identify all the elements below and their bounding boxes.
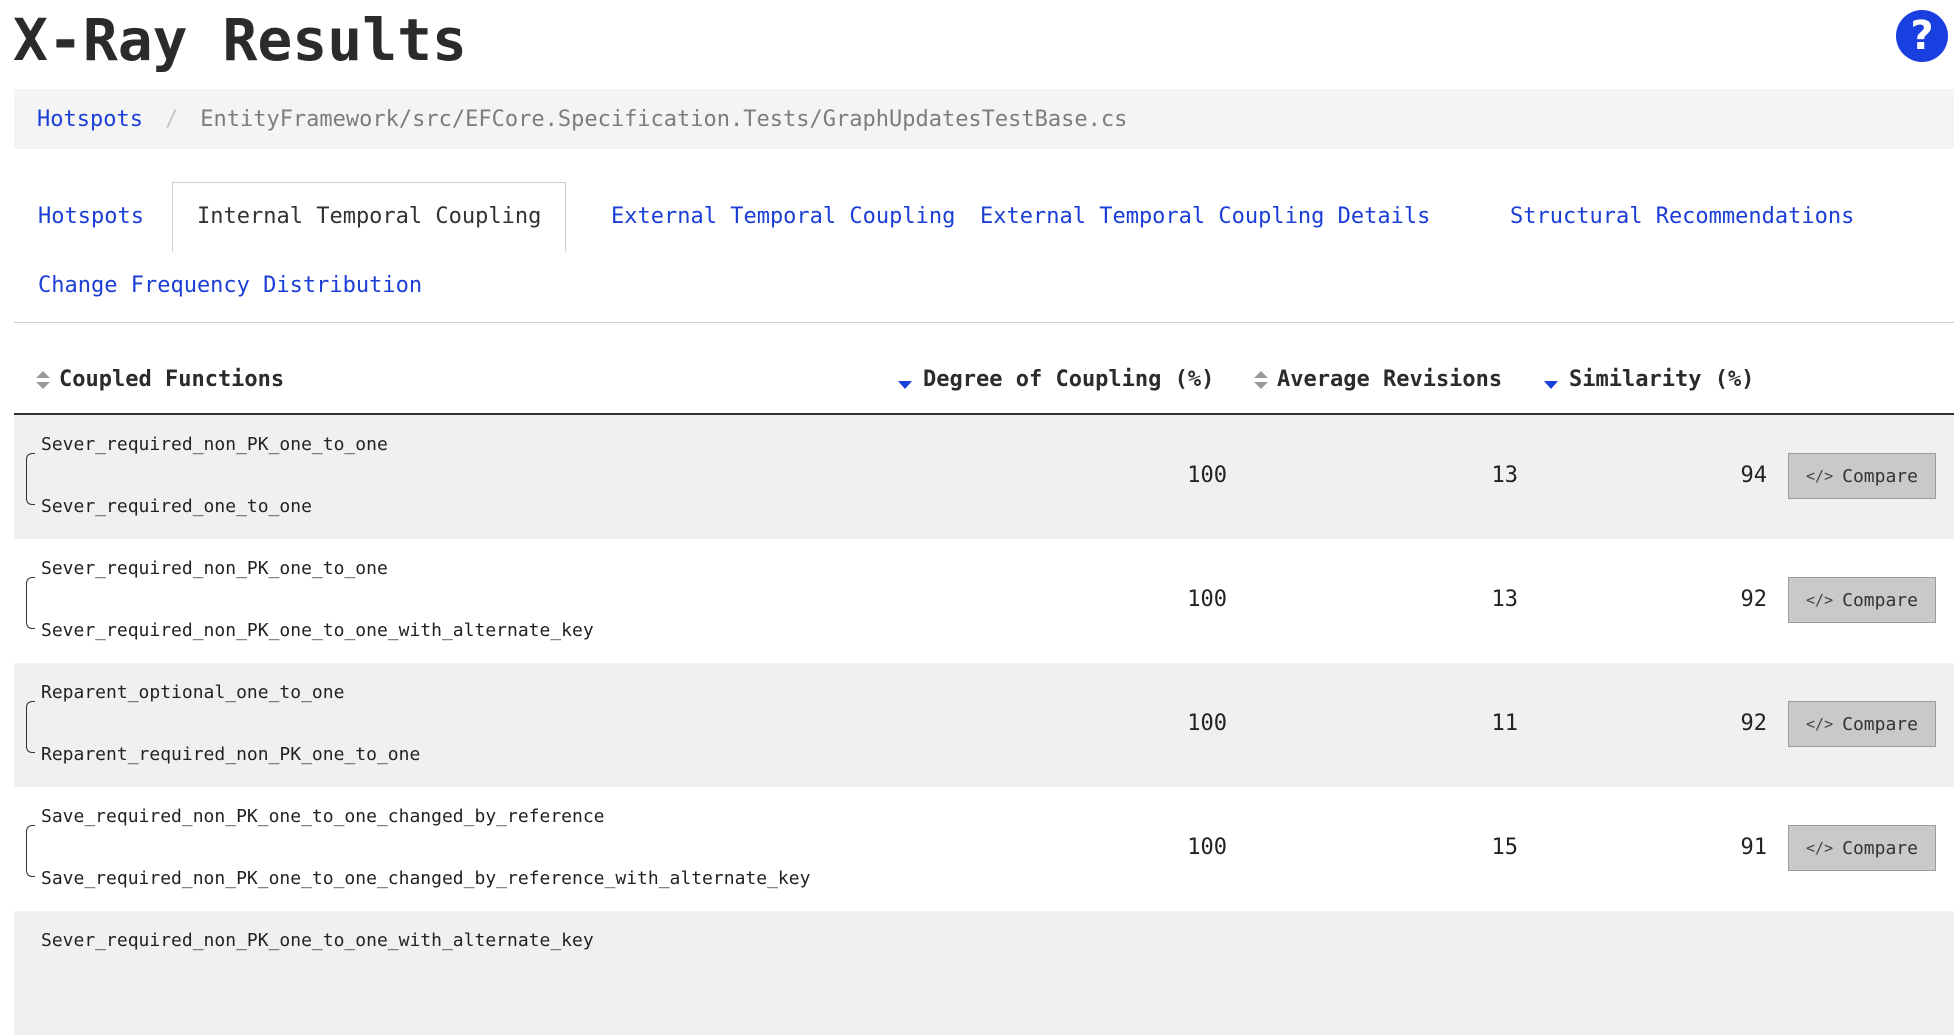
average-revisions-value: 11 xyxy=(1491,711,1519,736)
similarity-value: 94 xyxy=(1740,463,1768,488)
column-label: Degree of Coupling (%) xyxy=(923,367,1215,392)
help-icon[interactable]: ? xyxy=(1896,10,1948,62)
degree-of-coupling-value: 100 xyxy=(1187,835,1227,860)
breadcrumb-separator: / xyxy=(164,106,179,132)
breadcrumb-current-file: EntityFramework/src/EFCore.Specification… xyxy=(200,106,1128,132)
function-name: Sever_required_non_PK_one_to_one xyxy=(41,558,388,579)
function-name: Sever_required_non_PK_one_to_one_with_al… xyxy=(41,620,594,641)
coupling-bracket xyxy=(26,825,35,877)
function-name: Sever_required_non_PK_one_to_one xyxy=(41,434,388,455)
compare-button[interactable]: </> Compare xyxy=(1788,577,1936,623)
coupling-bracket xyxy=(26,577,35,629)
tab-hotspots[interactable]: Hotspots xyxy=(14,183,168,251)
compare-button[interactable]: </> Compare xyxy=(1788,825,1936,871)
function-name: Save_required_non_PK_one_to_one_changed_… xyxy=(41,806,605,827)
average-revisions-value: 13 xyxy=(1491,463,1519,488)
breadcrumb: Hotspots / EntityFramework/src/EFCore.Sp… xyxy=(14,89,1954,149)
column-header-average-revisions[interactable]: Average Revisions xyxy=(1254,367,1502,392)
column-label: Coupled Functions xyxy=(59,367,285,392)
degree-of-coupling-value: 100 xyxy=(1187,463,1227,488)
table-header: Coupled Functions Degree of Coupling (%)… xyxy=(14,357,1954,415)
tab-change-frequency-distribution[interactable]: Change Frequency Distribution xyxy=(14,252,446,320)
similarity-value: 92 xyxy=(1740,587,1768,612)
breadcrumb-hotspots-link[interactable]: Hotspots xyxy=(37,107,143,132)
code-icon: </> xyxy=(1806,715,1834,733)
function-name: Sever_required_one_to_one xyxy=(41,496,312,517)
code-icon: </> xyxy=(1806,839,1834,857)
compare-label: Compare xyxy=(1842,713,1918,735)
table-row: Sever_required_non_PK_one_to_one Sever_r… xyxy=(14,539,1954,663)
average-revisions-value: 15 xyxy=(1491,835,1519,860)
tab-structural-recommendations[interactable]: Structural Recommendations xyxy=(1486,183,1878,251)
tab-internal-temporal-coupling[interactable]: Internal Temporal Coupling xyxy=(172,182,567,252)
tab-external-temporal-coupling-details[interactable]: External Temporal Coupling Details xyxy=(956,183,1454,251)
degree-of-coupling-value: 100 xyxy=(1187,711,1227,736)
table-row: Sever_required_non_PK_one_to_one Sever_r… xyxy=(14,415,1954,539)
function-name: Reparent_optional_one_to_one xyxy=(41,682,345,703)
code-icon: </> xyxy=(1806,591,1834,609)
sort-icon xyxy=(1254,370,1268,390)
coupling-bracket xyxy=(26,701,35,753)
average-revisions-value: 13 xyxy=(1491,587,1519,612)
column-label: Average Revisions xyxy=(1277,367,1503,392)
column-header-similarity[interactable]: Similarity (%) xyxy=(1544,367,1754,392)
page-title: X-Ray Results xyxy=(13,6,467,74)
compare-button[interactable]: </> Compare xyxy=(1788,453,1936,499)
table-row: Save_required_non_PK_one_to_one_changed_… xyxy=(14,787,1954,911)
compare-label: Compare xyxy=(1842,837,1918,859)
function-name: Save_required_non_PK_one_to_one_changed_… xyxy=(41,868,811,889)
coupling-bracket xyxy=(26,453,35,505)
function-name: Sever_required_non_PK_one_to_one_with_al… xyxy=(41,930,594,951)
column-header-coupled-functions[interactable]: Coupled Functions xyxy=(36,367,284,392)
column-header-degree-of-coupling[interactable]: Degree of Coupling (%) xyxy=(898,367,1214,392)
table-body: Sever_required_non_PK_one_to_one Sever_r… xyxy=(14,415,1954,1035)
similarity-value: 92 xyxy=(1740,711,1768,736)
compare-label: Compare xyxy=(1842,465,1918,487)
tab-external-temporal-coupling[interactable]: External Temporal Coupling xyxy=(587,183,979,251)
compare-label: Compare xyxy=(1842,589,1918,611)
compare-button[interactable]: </> Compare xyxy=(1788,701,1936,747)
table-row: Reparent_optional_one_to_one Reparent_re… xyxy=(14,663,1954,787)
sort-icon xyxy=(36,370,50,390)
degree-of-coupling-value: 100 xyxy=(1187,587,1227,612)
column-label: Similarity (%) xyxy=(1569,367,1755,392)
table-row: Sever_required_non_PK_one_to_one_with_al… xyxy=(14,911,1954,1035)
similarity-value: 91 xyxy=(1740,835,1768,860)
sort-descending-icon xyxy=(898,380,912,389)
code-icon: </> xyxy=(1806,467,1834,485)
tab-bar: Hotspots Internal Temporal Coupling Exte… xyxy=(14,182,1954,323)
function-name: Reparent_required_non_PK_one_to_one xyxy=(41,744,421,765)
sort-descending-icon xyxy=(1544,380,1558,389)
